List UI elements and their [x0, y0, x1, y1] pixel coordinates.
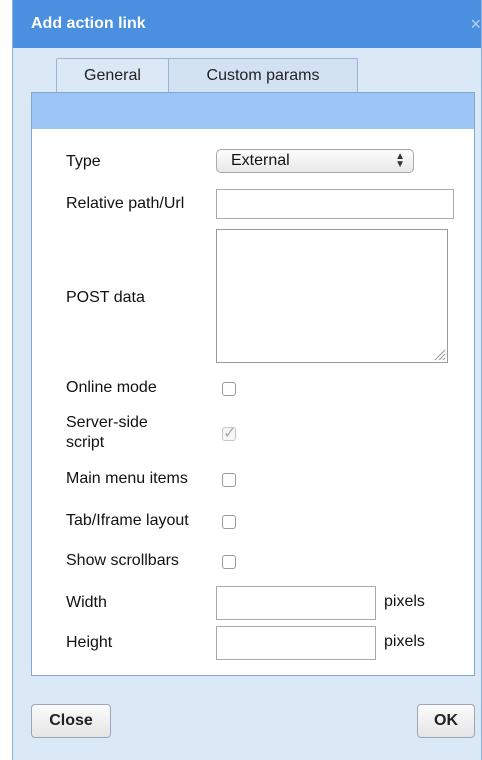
ok-button[interactable]: OK: [417, 704, 475, 738]
online-mode-checkbox[interactable]: [222, 382, 236, 396]
tab-general[interactable]: General: [56, 58, 169, 92]
main-menu-items-label: Main menu items: [66, 470, 188, 487]
height-input[interactable]: [216, 626, 376, 660]
type-label: Type: [66, 153, 101, 170]
server-side-checkbox[interactable]: ✓: [222, 425, 236, 442]
show-scrollbars-label: Show scrollbars: [66, 552, 179, 569]
close-icon[interactable]: ×: [470, 14, 481, 35]
width-input[interactable]: [216, 586, 376, 620]
tab-general-label: General: [84, 66, 141, 84]
width-label: Width: [66, 594, 107, 611]
resize-grip-icon[interactable]: [434, 349, 446, 361]
tab-iframe-layout-label: Tab/Iframe layout: [66, 512, 189, 529]
type-select-value: External: [231, 152, 290, 169]
post-data-label: POST data: [66, 289, 145, 306]
height-label: Height: [66, 634, 113, 651]
tab-custom-params[interactable]: Custom params: [168, 58, 358, 92]
panel-header: [32, 93, 474, 129]
server-side-label-line2: script: [66, 434, 105, 451]
add-action-link-dialog: Add action link × Custom params General …: [12, 0, 482, 760]
dialog-titlebar: Add action link ×: [13, 0, 481, 48]
dialog-title: Add action link: [31, 15, 146, 32]
width-unit: pixels: [384, 593, 425, 610]
post-data-textarea[interactable]: [216, 229, 448, 363]
checkmark-icon: ✓: [223, 425, 237, 442]
type-select[interactable]: External ▲ ▼: [216, 149, 414, 173]
online-mode-label: Online mode: [66, 379, 157, 396]
height-unit: pixels: [384, 633, 425, 650]
show-scrollbars-checkbox[interactable]: [222, 555, 236, 569]
path-label: Relative path/Url: [66, 195, 185, 212]
close-button[interactable]: Close: [31, 704, 111, 738]
general-panel: Type External ▲ ▼ Relative path/Url POST …: [31, 92, 475, 676]
main-menu-items-checkbox[interactable]: [222, 473, 236, 487]
tab-iframe-layout-checkbox[interactable]: [222, 515, 236, 529]
server-side-label-line1: Server-side: [66, 414, 148, 431]
path-input[interactable]: [216, 189, 454, 219]
select-arrows-icon: ▲ ▼: [395, 151, 405, 170]
tab-custom-params-label: Custom params: [206, 66, 320, 84]
